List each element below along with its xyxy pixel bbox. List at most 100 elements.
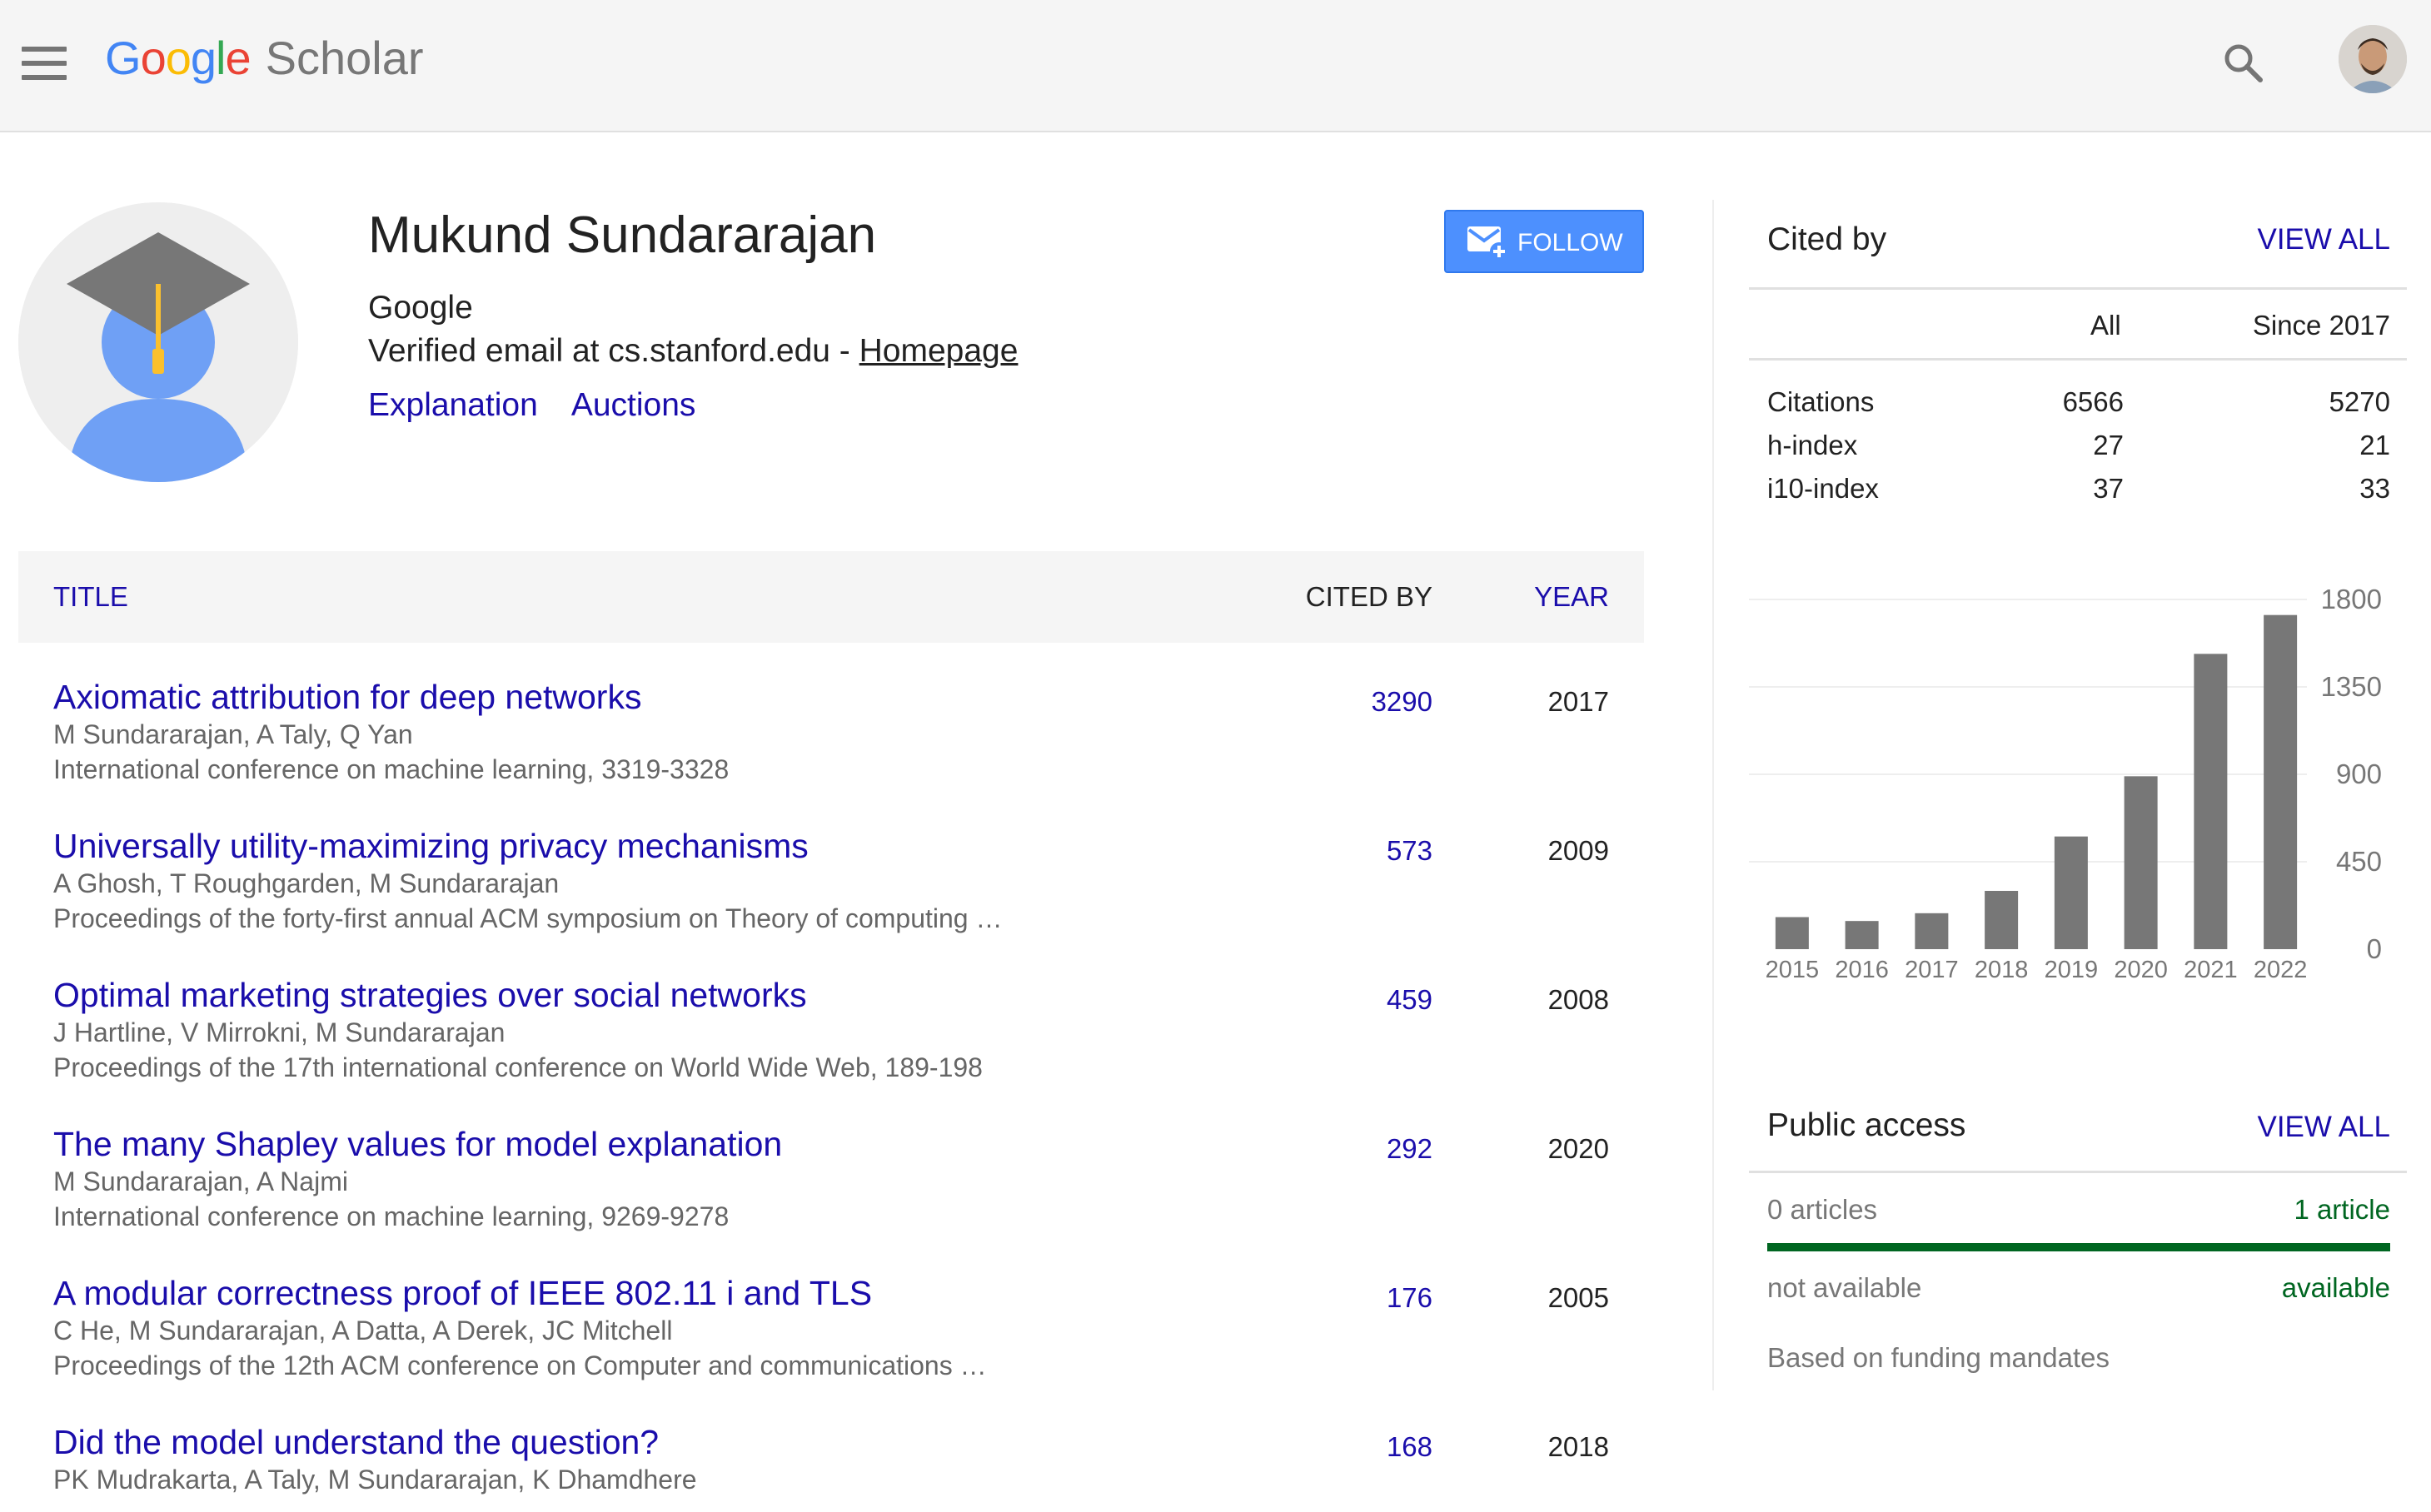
article-row: The many Shapley values for model explan… (18, 1125, 1644, 1266)
article-venue: Proceedings of the 17th international co… (53, 1052, 983, 1082)
sort-by-title[interactable]: TITLE (53, 581, 128, 613)
article-year: 2020 (1547, 1133, 1609, 1164)
col-all-header: All (2090, 310, 2121, 341)
article-title-link[interactable]: Optimal marketing strategies over social… (53, 976, 807, 1015)
author-name: Mukund Sundararajan (368, 206, 877, 264)
article-row: Universally utility-maximizing privacy m… (18, 827, 1644, 968)
article-authors: M Sundararajan, A Taly, Q Yan (53, 719, 413, 749)
google-scholar-logo[interactable]: Google Scholar (105, 28, 424, 88)
stat-all: 37 (2093, 473, 2124, 504)
chart-bar-2021[interactable] (2194, 654, 2228, 949)
chart-bar-2020[interactable] (2124, 776, 2158, 949)
article-venue: International conference on machine lear… (53, 1201, 730, 1231)
chart-x-tick-label: 2020 (2114, 957, 2168, 983)
article-title-link[interactable]: Universally utility-maximizing privacy m… (53, 827, 809, 866)
article-authors: C He, M Sundararajan, A Datta, A Derek, … (53, 1316, 673, 1345)
verified-email-line: Verified email at cs.stanford.edu - Home… (368, 333, 1018, 370)
chart-bar-2016[interactable] (1845, 921, 1879, 949)
articles-table-header: TITLE CITED BY YEAR (18, 551, 1644, 643)
homepage-link[interactable]: Homepage (859, 333, 1019, 369)
article-cited-by-link[interactable]: 3290 (1372, 686, 1432, 718)
public-access-heading: Public access (1767, 1107, 1966, 1143)
public-access-bar (1767, 1243, 2390, 1251)
article-authors: J Hartline, V Mirrokni, M Sundararajan (53, 1017, 506, 1047)
top-bar: Google Scholar (0, 0, 2431, 132)
chart-x-tick-label: 2018 (1975, 957, 2029, 983)
public-access-not-available-label: not available (1767, 1272, 1922, 1303)
stat-since: 33 (2359, 473, 2390, 504)
account-avatar[interactable] (2339, 25, 2407, 93)
funding-mandates-note: Based on funding mandates (1767, 1342, 2110, 1373)
article-title-link[interactable]: A modular correctness proof of IEEE 802.… (53, 1274, 872, 1313)
follow-button[interactable]: FOLLOW (1444, 210, 1644, 273)
public-access-available-count: 1 article (2294, 1194, 2390, 1225)
article-title-link[interactable]: Axiomatic attribution for deep networks (53, 678, 641, 717)
chart-y-tick-label: 0 (2367, 933, 2382, 964)
chart-x-tick-label: 2021 (2184, 957, 2238, 983)
chart-bar-2022[interactable] (2264, 614, 2298, 949)
chart-y-tick-label: 900 (2336, 758, 2382, 789)
article-cited-by-link[interactable]: 168 (1387, 1431, 1432, 1463)
sort-by-year[interactable]: YEAR (1534, 581, 1609, 613)
article-authors: A Ghosh, T Roughgarden, M Sundararajan (53, 868, 560, 898)
envelope-plus-icon (1467, 226, 1508, 261)
article-cited-by-link[interactable]: 573 (1387, 835, 1432, 867)
chart-x-tick-label: 2022 (2254, 957, 2308, 983)
sort-by-cited-by[interactable]: CITED BY (1306, 581, 1432, 613)
article-year: 2017 (1547, 686, 1609, 717)
search-icon[interactable] (2219, 38, 2269, 88)
citations-per-year-chart: 0 450 900 1350 1800 2015 2016 2017 2018 2019 2020 2… (1749, 584, 2382, 983)
article-row: Axiomatic attribution for deep networks … (18, 678, 1644, 819)
article-year: 2005 (1547, 1282, 1609, 1313)
verified-email-text: Verified email at cs.stanford.edu - (368, 333, 859, 369)
stat-since: 5270 (2329, 386, 2390, 417)
article-venue: International conference on machine lear… (53, 754, 730, 784)
profile-placeholder-avatar (18, 202, 298, 482)
hamburger-menu-icon[interactable] (22, 47, 67, 80)
chart-x-tick-label: 2019 (2045, 957, 2099, 983)
article-year: 2009 (1547, 835, 1609, 866)
stat-label: Citations (1767, 386, 1875, 417)
interest-link-explanation[interactable]: Explanation (368, 387, 538, 423)
stat-all: 6566 (2062, 386, 2124, 417)
public-access-not-available-count: 0 articles (1767, 1194, 1878, 1225)
article-title-link[interactable]: Did the model understand the question? (53, 1423, 659, 1462)
chart-y-tick-label: 1350 (2321, 671, 2382, 702)
col-since-header: Since 2017 (2252, 310, 2390, 341)
divider (1749, 358, 2407, 361)
article-venue: Proceedings of the forty-first annual AC… (53, 903, 1003, 933)
article-cited-by-link[interactable]: 176 (1387, 1282, 1432, 1314)
author-affiliation: Google (368, 290, 473, 326)
article-authors: M Sundararajan, A Najmi (53, 1166, 348, 1196)
chart-bar-2015[interactable] (1775, 917, 1809, 950)
chart-y-tick-label: 1800 (2321, 584, 2382, 614)
article-venue: Proceedings of the 12th ACM conference o… (53, 1350, 987, 1380)
article-title-link[interactable]: The many Shapley values for model explan… (53, 1125, 782, 1164)
article-year: 2008 (1547, 984, 1609, 1015)
chart-x-tick-label: 2016 (1835, 957, 1889, 983)
chart-y-tick-label: 450 (2336, 846, 2382, 877)
chart-bar-2017[interactable] (1915, 913, 1949, 949)
public-access-view-all-link[interactable]: VIEW ALL (2257, 1111, 2390, 1144)
research-interests: Explanation Auctions (368, 387, 729, 424)
interest-link-auctions[interactable]: Auctions (571, 387, 696, 423)
stat-all: 27 (2093, 430, 2124, 460)
follow-label: FOLLOW (1517, 229, 1623, 256)
chart-bar-2019[interactable] (2054, 836, 2088, 949)
article-row: Optimal marketing strategies over social… (18, 976, 1644, 1117)
column-divider (1712, 200, 1714, 1390)
article-row: Did the model understand the question? P… (18, 1423, 1644, 1512)
public-access-available-label: available (2281, 1272, 2390, 1303)
article-cited-by-link[interactable]: 292 (1387, 1133, 1432, 1165)
article-cited-by-link[interactable]: 459 (1387, 984, 1432, 1016)
article-authors: PK Mudrakarta, A Taly, M Sundararajan, K… (53, 1465, 697, 1495)
divider (1749, 1171, 2407, 1173)
chart-x-tick-label: 2017 (1905, 957, 1959, 983)
cited-by-view-all-link[interactable]: VIEW ALL (2257, 223, 2390, 256)
stat-label: h-index (1767, 430, 1858, 460)
divider (1749, 287, 2407, 290)
chart-x-tick-label: 2015 (1766, 957, 1820, 983)
stat-since: 21 (2359, 430, 2390, 460)
cited-by-heading: Cited by (1767, 221, 1887, 257)
chart-bar-2018[interactable] (1985, 891, 2019, 949)
